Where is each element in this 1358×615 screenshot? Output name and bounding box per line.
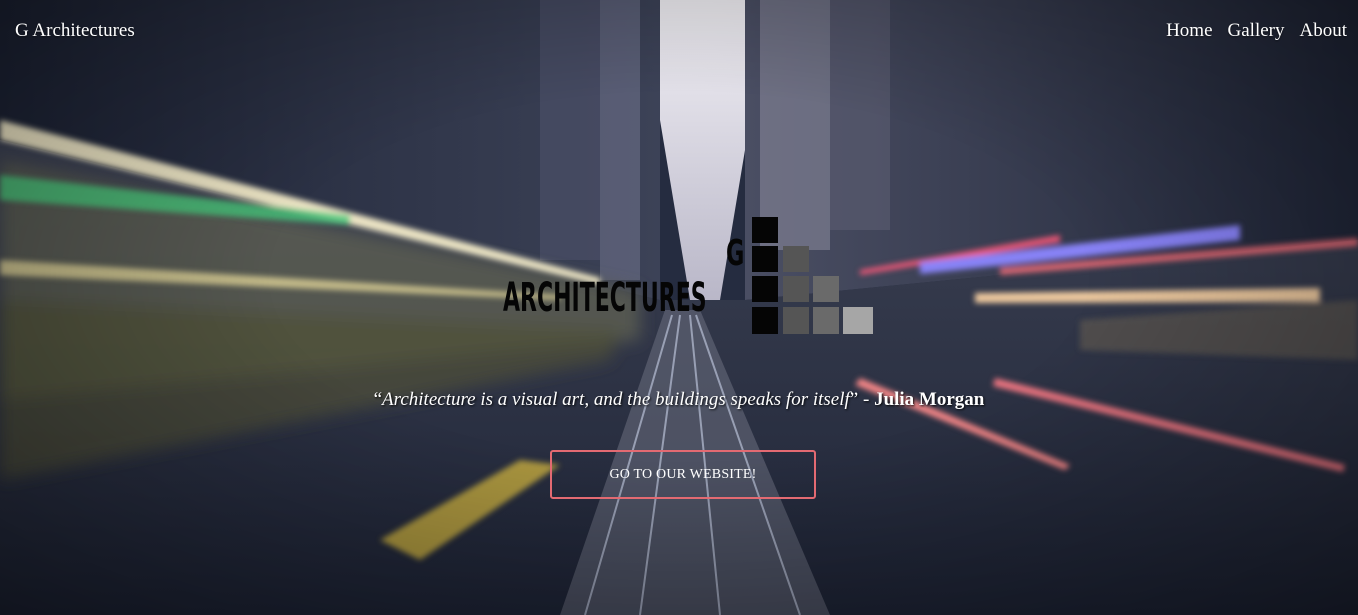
nav-links: Home Gallery About (1166, 20, 1347, 42)
quote-text: Architecture is a visual art, and the bu… (382, 389, 850, 410)
hero-section: G Architectures Home Gallery About G ARC… (0, 0, 1358, 615)
quote-open-mark: “ (373, 389, 383, 410)
hero-quote: “Architecture is a visual art, and the b… (0, 389, 1358, 411)
brand-link[interactable]: G Architectures (15, 20, 135, 42)
quote-author: Julia Morgan (874, 389, 985, 410)
top-navbar: G Architectures Home Gallery About (0, 0, 1358, 64)
nav-link-home[interactable]: Home (1166, 20, 1212, 42)
nav-link-about[interactable]: About (1300, 20, 1348, 42)
logo-wordmark: ARCHITECTURES (503, 275, 707, 321)
logo-letter: G (726, 233, 745, 274)
nav-link-gallery[interactable]: Gallery (1228, 20, 1285, 42)
quote-close-mark: ” - (849, 389, 875, 410)
go-to-website-button[interactable]: GO TO OUR WEBSITE! (550, 450, 816, 499)
g-architectures-logo: G ARCHITECTURES (500, 214, 880, 338)
